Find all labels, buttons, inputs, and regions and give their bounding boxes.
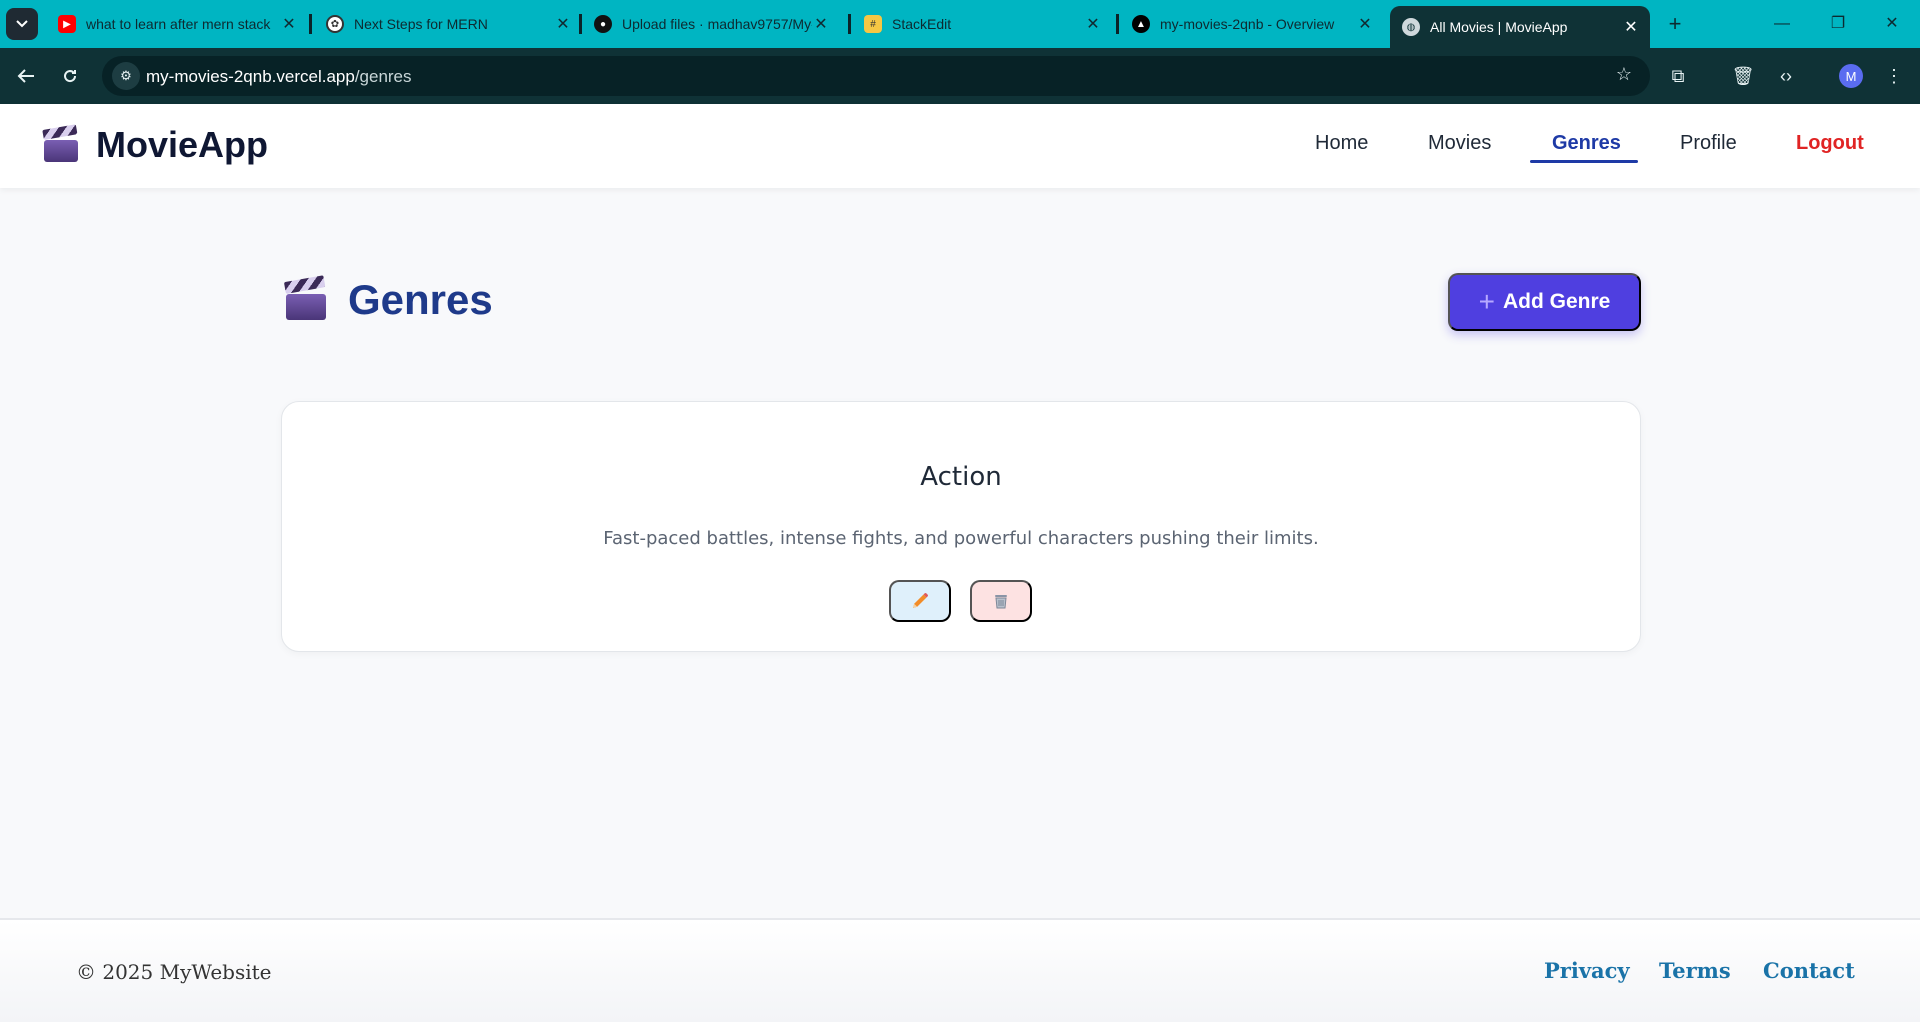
vercel-icon: ▲	[1132, 15, 1150, 33]
wastebasket-icon	[995, 595, 1007, 609]
close-tab-icon[interactable]: ✕	[280, 14, 298, 34]
chatgpt-icon: ✿	[326, 15, 344, 33]
browser-tab[interactable]: ● Upload files · madhav9757/My-Movies ✕	[582, 6, 840, 42]
devtools-code-icon[interactable]: ‹›	[1770, 60, 1802, 92]
footer-link-contact[interactable]: Contact	[1763, 958, 1855, 983]
minimize-icon[interactable]: —	[1762, 10, 1802, 38]
restore-icon[interactable]: ❐	[1818, 10, 1858, 38]
pencil-icon	[913, 593, 928, 608]
delete-genre-button[interactable]	[970, 580, 1032, 622]
add-genre-button[interactable]: + Add Genre	[1448, 273, 1641, 331]
browser-tab[interactable]: ▲ my-movies-2qnb - Overview ✕	[1120, 6, 1384, 42]
footer-link-privacy[interactable]: Privacy	[1544, 958, 1630, 983]
arrow-left-icon	[17, 69, 34, 83]
clapperboard-icon	[42, 124, 78, 162]
github-icon: ●	[594, 15, 612, 33]
active-nav-underline	[1530, 160, 1638, 163]
tab-divider	[1116, 14, 1119, 34]
extensions-icon[interactable]: ⧉	[1662, 60, 1694, 92]
browser-toolbar: ⚙ my-movies-2qnb.vercel.app/genres ☆ ⧉ 🗑…	[0, 48, 1920, 104]
tab-search-button[interactable]	[6, 8, 38, 40]
chevron-down-icon	[16, 20, 28, 28]
site-info-icon[interactable]: ⚙	[112, 62, 140, 90]
youtube-icon: ▶	[58, 15, 76, 33]
site-footer: © 2025 MyWebsite Privacy Terms Contact	[0, 918, 1920, 1022]
profile-avatar[interactable]: M	[1839, 64, 1863, 88]
back-button[interactable]	[10, 60, 42, 92]
reload-button[interactable]	[54, 60, 86, 92]
browser-tab[interactable]: ▶ what to learn after mern stack ✕	[46, 6, 308, 42]
url-host: my-movies-2qnb.vercel.app	[146, 67, 355, 86]
plus-icon: +	[1478, 286, 1495, 317]
new-tab-button[interactable]: +	[1662, 10, 1688, 38]
reload-icon	[64, 70, 77, 83]
close-tab-icon[interactable]: ✕	[1622, 17, 1640, 37]
browser-tab-bar: ▶ what to learn after mern stack ✕ ✿ Nex…	[0, 0, 1920, 48]
genre-card: Action Fast-paced battles, intense fight…	[281, 401, 1641, 652]
browser-menu-icon[interactable]: ⋮	[1878, 60, 1910, 92]
stackedit-icon: #	[864, 15, 882, 33]
add-genre-label: Add Genre	[1503, 290, 1611, 313]
nav-profile[interactable]: Profile	[1680, 132, 1737, 155]
app-header: MovieApp Home Movies Genres Profile Logo…	[0, 104, 1920, 188]
clapperboard-icon	[283, 275, 326, 320]
browser-tab[interactable]: # StackEdit ✕	[852, 6, 1112, 42]
genre-name: Action	[920, 462, 1002, 492]
globe-icon: ◍	[1402, 18, 1420, 36]
genre-description: Fast-paced battles, intense fights, and …	[603, 528, 1319, 549]
close-tab-icon[interactable]: ✕	[1084, 14, 1102, 34]
address-bar[interactable]: ⚙ my-movies-2qnb.vercel.app/genres ☆	[102, 56, 1650, 96]
close-window-icon[interactable]: ✕	[1872, 10, 1912, 38]
browser-tab[interactable]: ✿ Next Steps for MERN ✕	[314, 6, 582, 42]
footer-link-terms[interactable]: Terms	[1659, 958, 1731, 983]
close-tab-icon[interactable]: ✕	[554, 14, 572, 34]
trash-icon[interactable]: 🗑	[1727, 60, 1759, 92]
footer-copyright: © 2025 MyWebsite	[76, 960, 272, 984]
tab-divider	[848, 14, 851, 34]
url-path: /genres	[354, 67, 412, 86]
nav-home[interactable]: Home	[1315, 132, 1368, 155]
nav-genres[interactable]: Genres	[1552, 132, 1621, 155]
browser-tab-active[interactable]: ◍ All Movies | MovieApp ✕	[1390, 6, 1650, 48]
page-title: Genres	[348, 276, 493, 323]
brand-logo[interactable]: MovieApp	[42, 124, 269, 166]
page-heading: Genres	[283, 275, 493, 324]
nav-movies[interactable]: Movies	[1428, 132, 1491, 155]
bookmark-star-icon[interactable]: ☆	[1616, 64, 1632, 85]
edit-genre-button[interactable]	[889, 580, 951, 622]
tab-divider	[309, 14, 312, 34]
brand-name: MovieApp	[96, 124, 269, 165]
close-tab-icon[interactable]: ✕	[812, 14, 830, 34]
nav-logout[interactable]: Logout	[1796, 132, 1864, 155]
close-tab-icon[interactable]: ✕	[1356, 14, 1374, 34]
